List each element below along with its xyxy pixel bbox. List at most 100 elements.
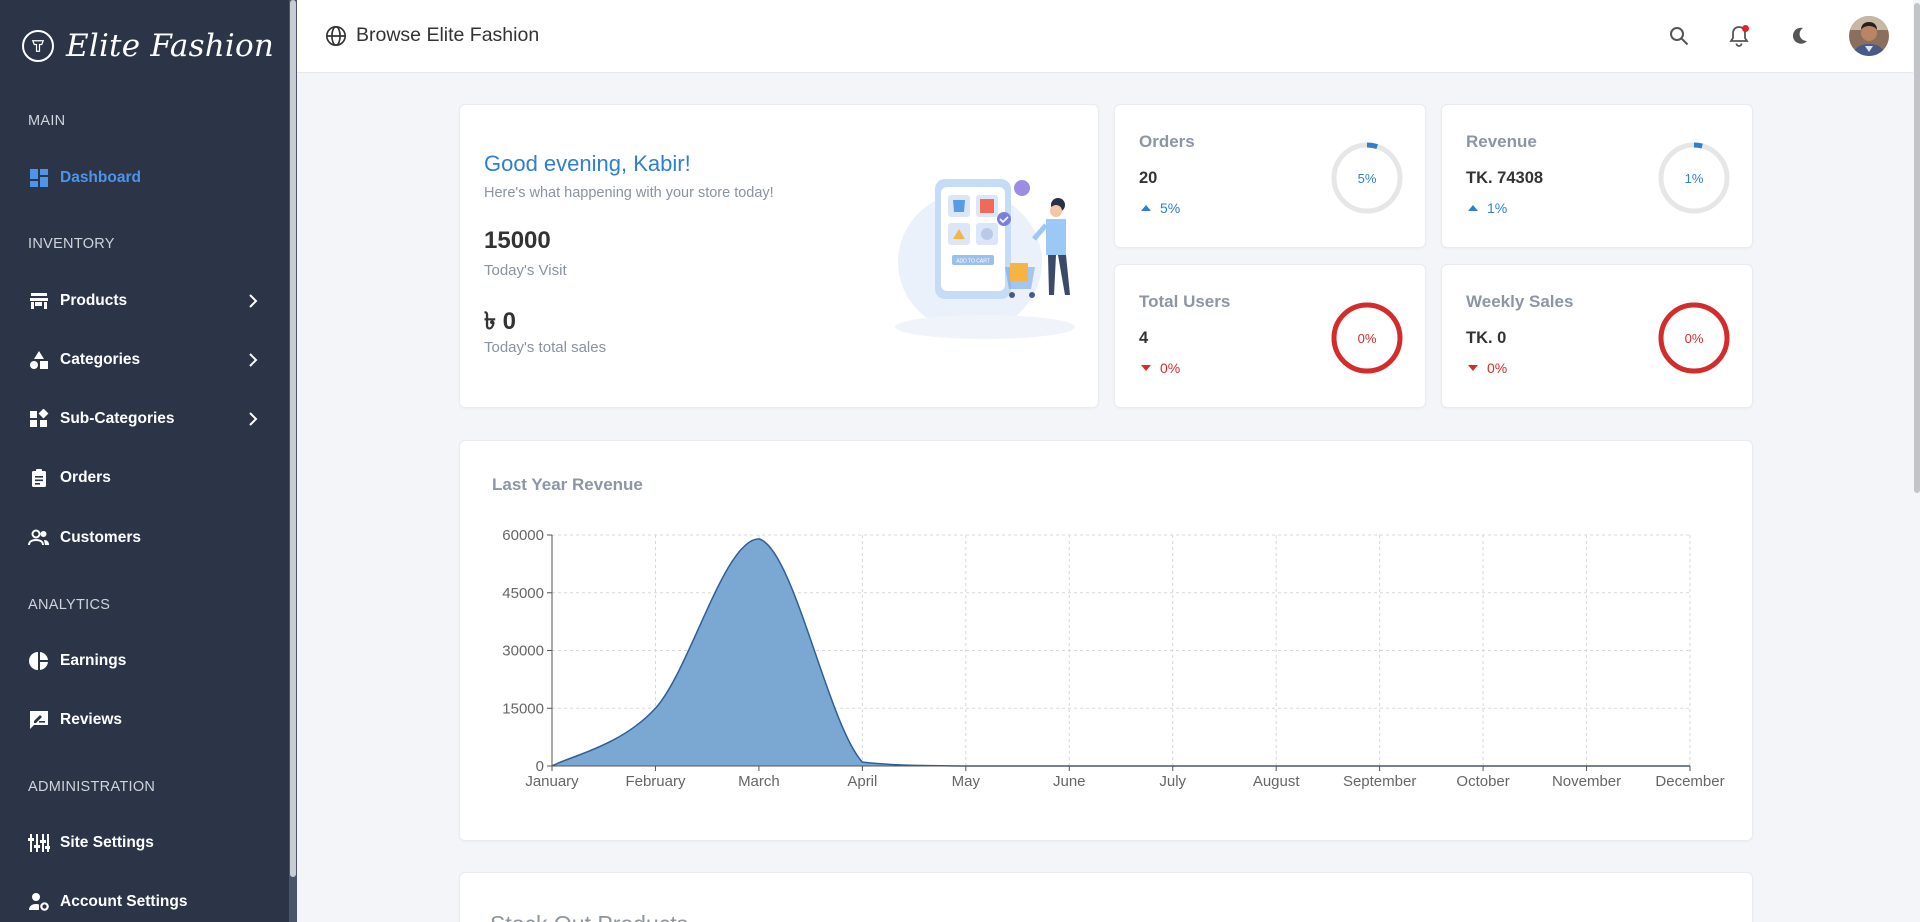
stat-progress-ring: 5% xyxy=(1330,141,1404,215)
manage-account-icon xyxy=(28,891,50,913)
search-button[interactable] xyxy=(1667,24,1691,48)
x-tick-label: December xyxy=(1655,773,1724,790)
todays-sales-value: ৳ 0 xyxy=(484,308,516,335)
sidebar-item-label: Site Settings xyxy=(60,834,154,851)
store-icon xyxy=(28,290,50,312)
user-avatar[interactable] xyxy=(1849,16,1889,56)
stat-card-revenue: Revenue TK. 74308 1% 1% xyxy=(1441,104,1753,248)
main-scrollbar[interactable] xyxy=(1913,0,1920,922)
x-tick-label: April xyxy=(847,773,877,790)
stat-ring-label: 0% xyxy=(1357,330,1377,346)
rate-review-icon xyxy=(28,709,50,731)
globe-icon xyxy=(326,25,346,46)
sidebar-item-label: Earnings xyxy=(60,652,127,669)
sidebar-item-label: Account Settings xyxy=(60,893,188,910)
x-tick-label: March xyxy=(738,773,780,790)
sidebar-item-label: Dashboard xyxy=(60,169,141,186)
stat-title: Orders xyxy=(1139,132,1195,151)
sidebar-item-label: Sub-Categories xyxy=(60,410,175,427)
sidebar-item-label: Orders xyxy=(60,469,111,486)
sidebar-item-customers[interactable]: Customers xyxy=(28,524,263,552)
sidebar-item-sub-categories[interactable]: Sub-Categories xyxy=(28,405,263,433)
arrow-down-icon xyxy=(1468,365,1478,371)
stat-value: 4 xyxy=(1139,329,1149,347)
stat-value: TK. 0 xyxy=(1466,329,1507,347)
sidebar-scrollbar[interactable] xyxy=(289,0,297,922)
stat-card-weekly-sales: Weekly Sales TK. 0 0% 0% xyxy=(1441,264,1753,408)
y-tick-label: 60000 xyxy=(502,527,544,544)
stat-progress-ring: 1% xyxy=(1657,141,1731,215)
browse-store-link[interactable]: Browse Elite Fashion xyxy=(325,24,539,47)
stat-progress-ring: 0% xyxy=(1330,301,1404,375)
revenue-area-chart: 015000300004500060000January February Marc… xyxy=(502,527,1724,790)
welcome-card: Good evening, Kabir! Here's what happeni… xyxy=(459,104,1099,408)
stat-title: Total Users xyxy=(1139,292,1231,311)
pie-chart-icon xyxy=(28,650,50,672)
y-tick-label: 45000 xyxy=(502,585,544,602)
dashboard-icon xyxy=(28,167,50,189)
section-inventory: INVENTORY xyxy=(28,236,115,252)
x-tick-label: September xyxy=(1343,773,1416,790)
shopping-illustration: ADD TO CART xyxy=(895,179,1075,339)
y-tick-label: 30000 xyxy=(502,643,544,660)
stat-change: 0% xyxy=(1141,360,1180,376)
y-tick-label: 15000 xyxy=(502,700,544,717)
todays-sales-label: Today's total sales xyxy=(484,339,607,356)
greeting: Good evening, Kabir! xyxy=(484,151,691,176)
sidebar-item-label: Categories xyxy=(60,351,141,368)
stat-change: 0% xyxy=(1468,360,1507,376)
stock-out-card: Stock Out Products xyxy=(459,872,1753,922)
sidebar-item-reviews[interactable]: Reviews xyxy=(28,706,263,734)
stat-ring-label: 5% xyxy=(1357,170,1377,186)
todays-visit-value: 15000 xyxy=(484,227,551,254)
brand-logo-icon xyxy=(22,30,54,62)
x-tick-label: July xyxy=(1159,773,1186,790)
x-tick-label: February xyxy=(625,773,686,790)
x-tick-label: October xyxy=(1456,773,1509,790)
chevron-right-icon xyxy=(249,294,258,308)
x-tick-label: August xyxy=(1253,773,1301,790)
brand-name: Elite Fashion xyxy=(66,28,275,64)
brand[interactable]: Elite Fashion xyxy=(22,28,274,64)
sidebar-item-site-settings[interactable]: Site Settings xyxy=(28,829,263,857)
sidebar-item-orders[interactable]: Orders xyxy=(28,464,263,492)
sidebar-item-products[interactable]: Products xyxy=(28,287,263,315)
sidebar: Elite Fashion MAIN Dashboard INVENTORY P… xyxy=(0,0,297,922)
clipboard-icon xyxy=(28,467,50,489)
sidebar-item-label: Reviews xyxy=(60,711,123,728)
welcome-subtitle: Here's what happening with your store to… xyxy=(484,185,774,201)
stat-card-orders: Orders 20 5% 5% xyxy=(1114,104,1426,248)
section-main: MAIN xyxy=(28,113,66,129)
x-tick-label: January xyxy=(525,773,579,790)
arrow-down-icon xyxy=(1141,365,1151,371)
stat-change: 1% xyxy=(1468,200,1507,216)
theme-toggle-button[interactable] xyxy=(1787,24,1811,48)
stat-change: 5% xyxy=(1141,200,1180,216)
sidebar-item-dashboard[interactable]: Dashboard xyxy=(28,164,263,192)
notifications-button[interactable] xyxy=(1727,24,1751,48)
moon-icon xyxy=(1792,27,1807,44)
x-tick-label: May xyxy=(952,773,981,790)
stock-out-title: Stock Out Products xyxy=(490,911,688,922)
stat-ring-label: 1% xyxy=(1684,170,1704,186)
widgets-icon xyxy=(28,408,50,430)
illustration-cart-label: ADD TO CART xyxy=(956,259,990,265)
people-icon xyxy=(28,527,50,549)
sidebar-item-label: Customers xyxy=(60,529,141,546)
revenue-chart-card: Last Year Revenue 0 15000 30000 45000 60000 J… xyxy=(459,440,1753,841)
chevron-right-icon xyxy=(249,353,258,367)
section-administration: ADMINISTRATION xyxy=(28,779,156,795)
stat-ring-label: 0% xyxy=(1684,330,1704,346)
arrow-up-icon xyxy=(1468,205,1478,211)
sidebar-item-earnings[interactable]: Earnings xyxy=(28,647,263,675)
sidebar-item-categories[interactable]: Categories xyxy=(28,346,263,374)
sliders-icon xyxy=(28,832,50,854)
sidebar-item-label: Products xyxy=(60,292,128,309)
sidebar-item-account-settings[interactable]: Account Settings xyxy=(28,888,263,916)
stat-title: Revenue xyxy=(1466,132,1537,151)
section-analytics: ANALYTICS xyxy=(28,597,111,613)
stat-value: TK. 74308 xyxy=(1466,169,1544,187)
shapes-icon xyxy=(28,349,50,371)
todays-visit-label: Today's Visit xyxy=(484,262,567,279)
stat-card-total-users: Total Users 4 0% 0% xyxy=(1114,264,1426,408)
